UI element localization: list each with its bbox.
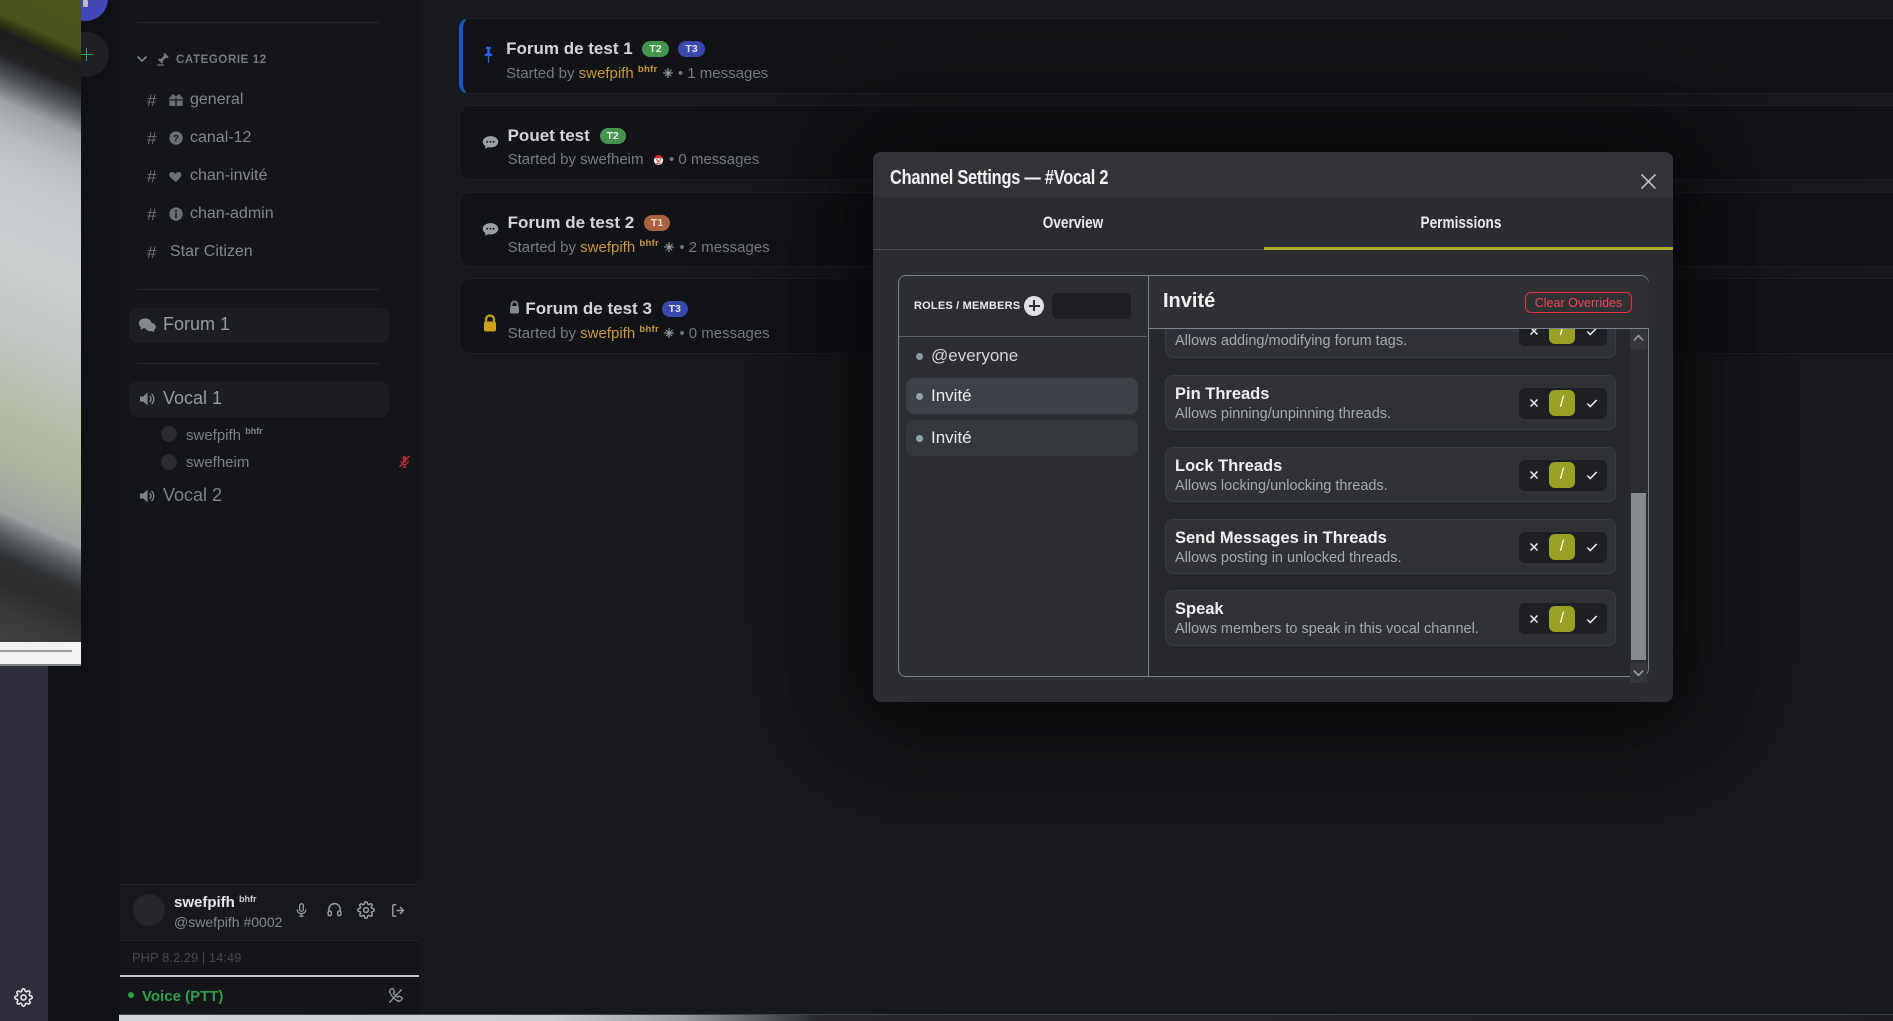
- svg-text:?: ?: [173, 133, 179, 143]
